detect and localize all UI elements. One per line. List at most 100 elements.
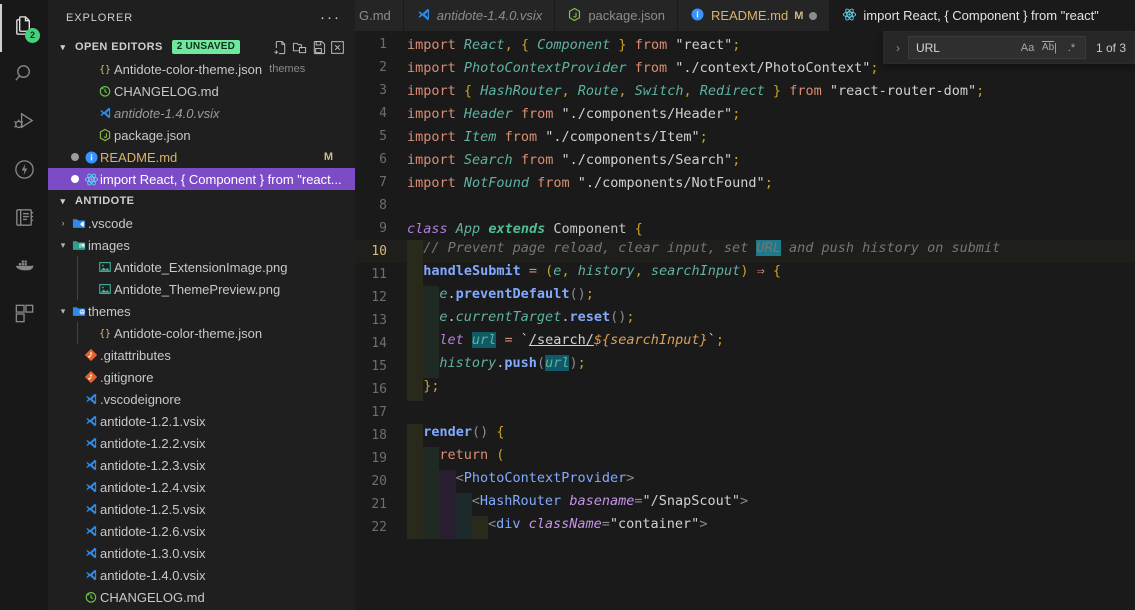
code-line-4[interactable]: 4 import Header from "./components/Heade… bbox=[355, 102, 1135, 125]
code-line-10[interactable]: 10 // Prevent page reload, clear input, … bbox=[355, 240, 1135, 263]
find-widget: › URL Aa Ab | .* 1 of 3 bbox=[882, 31, 1135, 64]
code-line-18[interactable]: 18 render() { bbox=[355, 424, 1135, 447]
activity-bar-item-explorer[interactable]: 2 bbox=[0, 4, 48, 52]
tree-item-label: Antidote_ThemePreview.png bbox=[114, 281, 281, 297]
line-number: 3 bbox=[379, 83, 387, 98]
match-case-icon[interactable]: Aa bbox=[1018, 38, 1037, 57]
close-all-icon[interactable] bbox=[330, 40, 345, 55]
code-line-20[interactable]: 20 <PhotoContextProvider> bbox=[355, 470, 1135, 493]
line-content: import NotFound from "./components/NotFo… bbox=[407, 174, 773, 191]
section-header-workspace[interactable]: ▾ ANTIDOTE bbox=[48, 190, 355, 212]
folder-images-icon bbox=[70, 238, 88, 253]
code-line-19[interactable]: 19 return ( bbox=[355, 447, 1135, 470]
tab-readme-md[interactable]: README.md M bbox=[677, 0, 831, 31]
book-icon bbox=[13, 206, 36, 234]
code-line-22[interactable]: 22 <div className="container"> bbox=[355, 516, 1135, 539]
code-line-8[interactable]: 8 bbox=[355, 194, 1135, 217]
tab-dirty-indicator[interactable] bbox=[809, 11, 818, 20]
tree-item-images[interactable]: ▾ images bbox=[48, 234, 355, 256]
code-line-12[interactable]: 12 e.preventDefault(); bbox=[355, 286, 1135, 309]
activity-bar-item-search[interactable] bbox=[0, 52, 48, 100]
line-content: import Search from "./components/Search"… bbox=[407, 151, 741, 168]
activity-bar-item-notebook[interactable] bbox=[0, 196, 48, 244]
open-editor-item-5[interactable]: import React, { Component } from "react.… bbox=[48, 168, 355, 190]
chevron-down-icon[interactable]: ▾ bbox=[56, 240, 70, 251]
code-line-17[interactable]: 17 bbox=[355, 401, 1135, 424]
open-editor-label: Antidote-color-theme.json bbox=[114, 61, 263, 77]
code-line-6[interactable]: 6 import Search from "./components/Searc… bbox=[355, 148, 1135, 171]
dirty-indicator[interactable] bbox=[68, 175, 82, 183]
sidebar-explorer: EXPLORER ··· ▾ OPEN EDITORS 2 UNSAVED {}… bbox=[48, 0, 355, 610]
open-editor-label: antidote-1.4.0.vsix bbox=[114, 105, 220, 121]
code-line-3[interactable]: 3 import { HashRouter, Route, Switch, Re… bbox=[355, 79, 1135, 102]
code-line-14[interactable]: 14 let url = `/search/${searchInput}`; bbox=[355, 332, 1135, 355]
tree-item-changelog[interactable]: CHANGELOG.md bbox=[48, 586, 355, 608]
tree-item-label: antidote-1.2.3.vsix bbox=[100, 457, 206, 473]
tree-item-vscodeignore[interactable]: .vscodeignore bbox=[48, 388, 355, 410]
open-editor-item-4[interactable]: README.md M bbox=[48, 146, 355, 168]
tree-item-vsix-140[interactable]: antidote-1.4.0.vsix bbox=[48, 564, 355, 586]
tree-item-gitignore[interactable]: .gitignore bbox=[48, 366, 355, 388]
chevron-down-icon[interactable]: ▾ bbox=[56, 306, 70, 317]
line-number: 18 bbox=[371, 428, 387, 443]
editor-tab-bar: G.md antidote-1.4.0.vsix package.json RE… bbox=[355, 0, 1135, 31]
code-line-15[interactable]: 15 history.push(url); bbox=[355, 355, 1135, 378]
editor-group: G.md antidote-1.4.0.vsix package.json RE… bbox=[355, 0, 1135, 610]
regex-icon[interactable]: .* bbox=[1062, 38, 1081, 57]
find-input[interactable]: URL Aa Ab | .* bbox=[907, 36, 1086, 59]
code-line-5[interactable]: 5 import Item from "./components/Item"; bbox=[355, 125, 1135, 148]
code-editor[interactable]: 1 import React, { Component } from "reac… bbox=[355, 31, 1135, 610]
vsix-icon bbox=[82, 458, 100, 472]
tree-item-vsix-126[interactable]: antidote-1.2.6.vsix bbox=[48, 520, 355, 542]
open-editor-item-1[interactable]: CHANGELOG.md bbox=[48, 80, 355, 102]
tree-item-vsix-123[interactable]: antidote-1.2.3.vsix bbox=[48, 454, 355, 476]
tab-antidote-vsix[interactable]: antidote-1.4.0.vsix bbox=[403, 0, 556, 31]
tree-item-vscode[interactable]: › .vscode bbox=[48, 212, 355, 234]
tree-item-theme-preview[interactable]: Antidote_ThemePreview.png bbox=[48, 278, 355, 300]
code-line-11[interactable]: 11 handleSubmit = (e, history, searchInp… bbox=[355, 263, 1135, 286]
code-line-16[interactable]: 16 }; bbox=[355, 378, 1135, 401]
code-line-7[interactable]: 7 import NotFound from "./components/Not… bbox=[355, 171, 1135, 194]
whole-word-icon[interactable]: Ab | bbox=[1040, 38, 1059, 57]
code-line-9[interactable]: 9 class App extends Component { bbox=[355, 217, 1135, 240]
code-line-13[interactable]: 13 e.currentTarget.reset(); bbox=[355, 309, 1135, 332]
tree-item-extension-image[interactable]: Antidote_ExtensionImage.png bbox=[48, 256, 355, 278]
info-icon bbox=[690, 7, 705, 25]
tree-item-vsix-121[interactable]: antidote-1.2.1.vsix bbox=[48, 410, 355, 432]
tree-item-gitattributes[interactable]: .gitattributes bbox=[48, 344, 355, 366]
tab-app-js[interactable]: import React, { Component } from "react" bbox=[830, 0, 1112, 31]
activity-bar-item-testing[interactable] bbox=[0, 148, 48, 196]
open-editor-item-3[interactable]: package.json bbox=[48, 124, 355, 146]
open-editor-item-0[interactable]: {} Antidote-color-theme.json themes bbox=[48, 58, 355, 80]
tree-item-label: antidote-1.2.5.vsix bbox=[100, 501, 206, 517]
activity-bar-item-extensions[interactable] bbox=[0, 292, 48, 340]
lightning-icon bbox=[13, 158, 36, 186]
chevron-right-icon[interactable]: › bbox=[56, 218, 70, 228]
tree-item-vsix-130[interactable]: antidote-1.3.0.vsix bbox=[48, 542, 355, 564]
editor-vertical-scrollbar[interactable] bbox=[1125, 64, 1135, 610]
tree-item-vsix-125[interactable]: antidote-1.2.5.vsix bbox=[48, 498, 355, 520]
open-editor-item-2[interactable]: antidote-1.4.0.vsix bbox=[48, 102, 355, 124]
tree-item-vsix-122[interactable]: antidote-1.2.2.vsix bbox=[48, 432, 355, 454]
dirty-indicator[interactable] bbox=[68, 153, 82, 161]
tree-item-label: .vscode bbox=[88, 215, 133, 231]
vsix-icon bbox=[82, 546, 100, 560]
open-editors-actions bbox=[273, 40, 355, 55]
save-all-icon[interactable] bbox=[311, 40, 326, 55]
tree-item-themes[interactable]: ▾ themes bbox=[48, 300, 355, 322]
line-content: import React, { Component } from "react"… bbox=[407, 36, 741, 53]
tab-label: import React, { Component } from "react" bbox=[863, 8, 1099, 23]
more-actions-icon[interactable]: ··· bbox=[320, 10, 341, 25]
find-input-value: URL bbox=[915, 40, 940, 55]
tab-changelog-md[interactable]: G.md bbox=[355, 0, 404, 31]
activity-bar-item-docker[interactable] bbox=[0, 244, 48, 292]
tab-package-json[interactable]: package.json bbox=[555, 0, 678, 31]
toggle-replace-icon[interactable]: › bbox=[888, 41, 908, 55]
section-header-open-editors[interactable]: ▾ OPEN EDITORS 2 UNSAVED bbox=[48, 36, 355, 58]
tree-item-vsix-124[interactable]: antidote-1.2.4.vsix bbox=[48, 476, 355, 498]
tree-item-color-theme-json[interactable]: {} Antidote-color-theme.json bbox=[48, 322, 355, 344]
new-file-icon[interactable] bbox=[273, 40, 288, 55]
code-line-21[interactable]: 21 <HashRouter basename="/SnapScout"> bbox=[355, 493, 1135, 516]
activity-bar-item-run-and-debug[interactable] bbox=[0, 100, 48, 148]
new-folder-icon[interactable] bbox=[292, 40, 307, 55]
